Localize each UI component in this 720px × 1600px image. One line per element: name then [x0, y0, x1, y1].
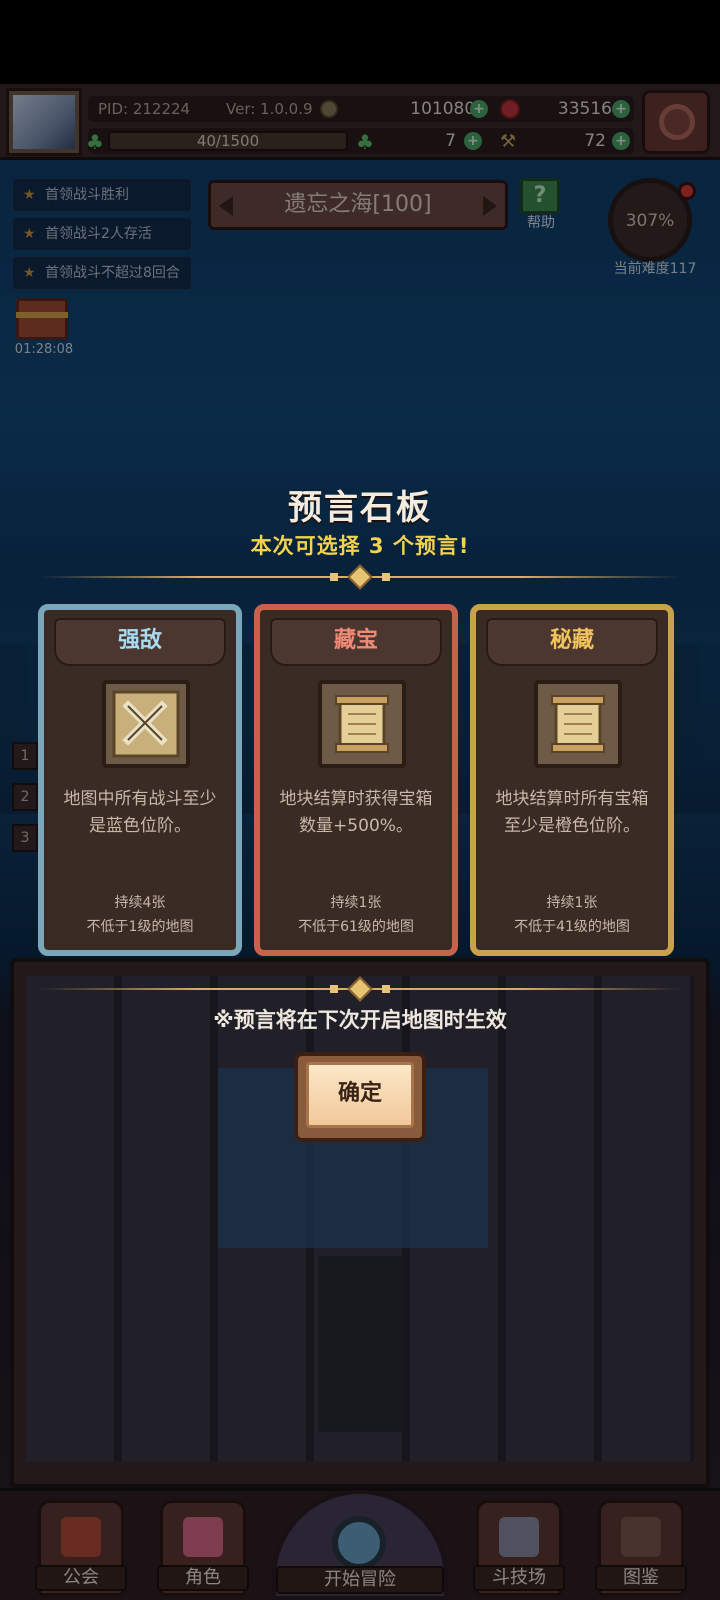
card-header: 秘藏 [486, 618, 658, 666]
card-duration: 持续1张 [330, 895, 382, 911]
scroll-icon [534, 680, 622, 768]
dialog-title: 预言石板 [288, 488, 432, 528]
card-requirement: 不低于61级的地图 [298, 919, 414, 935]
card-header: 藏宝 [270, 618, 442, 666]
prophecy-card-secret-hoard[interactable]: 秘藏 地块结算时所有宝箱 至少是橙色位阶。 持续1张 不低于41级的地图 [470, 604, 674, 956]
scroll-icon [318, 680, 406, 768]
prophecy-card-treasure[interactable]: 藏宝 地块结算时获得宝箱 数量+500%。 持续1张 不低于61级的地图 [254, 604, 458, 956]
card-header: 强敌 [54, 618, 226, 666]
card-description: 地块结算时所有宝箱 至少是橙色位阶。 [495, 789, 649, 836]
dialog-subtitle: 本次可选择 3 个预言! [250, 534, 470, 558]
card-description: 地块结算时获得宝箱 数量+500%。 [279, 789, 433, 836]
card-description: 地图中所有战斗至少 是蓝色位阶。 [63, 789, 217, 836]
card-requirement: 不低于1级的地图 [86, 919, 194, 935]
card-duration: 持续1张 [546, 895, 598, 911]
confirm-button[interactable]: 确定 [294, 1052, 426, 1142]
prophecy-card-strong-enemy[interactable]: 强敌 地图中所有战斗至少 是蓝色位阶。 持续4张 不低于1级的地图 [38, 604, 242, 956]
card-duration: 持续4张 [114, 895, 166, 911]
crossed-swords-icon [102, 680, 190, 768]
card-requirement: 不低于41级的地图 [514, 919, 630, 935]
divider-ornament-icon [324, 976, 396, 1002]
status-bar [0, 0, 720, 84]
prophecy-notice: ※预言将在下次开启地图时生效 [213, 1008, 507, 1032]
confirm-label: 确定 [306, 1062, 414, 1128]
divider-ornament-icon [324, 564, 396, 590]
